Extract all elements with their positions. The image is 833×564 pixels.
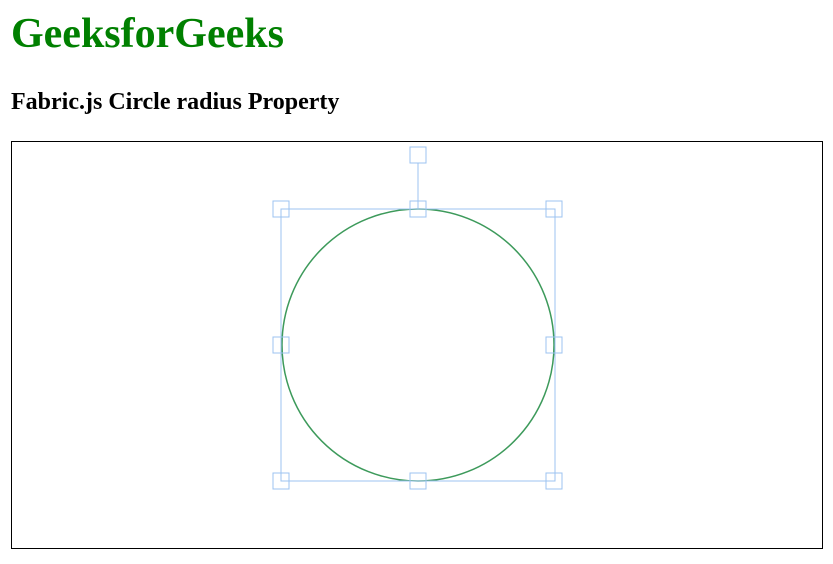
canvas-drawing	[272, 146, 563, 490]
fabric-canvas[interactable]	[11, 141, 823, 549]
control-handle-rotate[interactable]	[409, 146, 427, 164]
site-title: GeeksforGeeks	[11, 11, 284, 57]
page-subtitle: Fabric.js Circle radius Property	[11, 89, 340, 115]
selection-bounding-box	[280, 208, 556, 482]
circle-object[interactable]	[281, 208, 555, 482]
